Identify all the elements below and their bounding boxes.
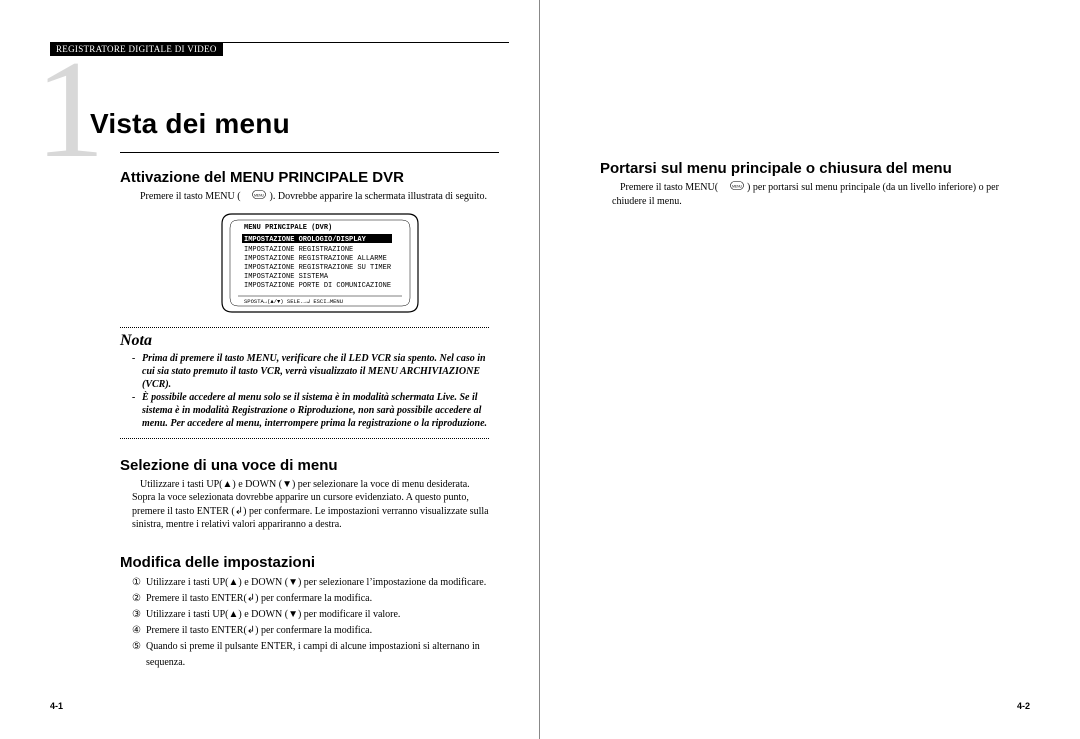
chapter-underline xyxy=(120,152,499,153)
section1-body: Premere il tasto MENU ( MENU ). Dovrebbe… xyxy=(132,190,489,204)
menu-screen-footer: SPOSTA→(▲/▼) SELE.→↲ ESCI→MENU xyxy=(244,298,343,305)
section1-body-post: ). Dovrebbe apparire la schermata illust… xyxy=(270,191,487,202)
dotted-separator-top xyxy=(120,327,489,328)
right-body-pre: Premere il tasto MENU( xyxy=(620,182,718,193)
page-number-right: 4-2 xyxy=(1017,701,1030,711)
page-right: Portarsi sul menu principale o chiusura … xyxy=(540,0,1080,739)
step-3: ③ Utilizzare i tasti UP(▲) e DOWN (▼) pe… xyxy=(132,607,489,623)
nota-item-2: - È possibile accedere al menu solo se i… xyxy=(132,391,489,430)
section1-body-pre: Premere il tasto MENU ( xyxy=(140,191,241,202)
page-left: REGISTRATORE DIGITALE DI VIDEO 1 Vista d… xyxy=(0,0,540,739)
step-marker-2: ② xyxy=(132,591,146,607)
menu-screen-figure: MENU PRINCIPALE (DVR) IMPOSTAZIONE OROLO… xyxy=(220,212,489,319)
step-text-1: Utilizzare i tasti UP(▲) e DOWN (▼) per … xyxy=(146,575,489,591)
step-marker-3: ③ xyxy=(132,607,146,623)
svg-text:MENU: MENU xyxy=(254,193,264,197)
menu-item-4: IMPOSTAZIONE SISTEMA xyxy=(244,273,329,281)
menu-item-0: IMPOSTAZIONE OROLOGIO/DISPLAY xyxy=(244,236,367,244)
menu-item-2: IMPOSTAZIONE REGISTRAZIONE ALLARME xyxy=(244,255,387,263)
step-text-4: Premere il tasto ENTER(↲) per confermare… xyxy=(146,623,489,639)
nota-item-1: - Prima di premere il tasto MENU, verifi… xyxy=(132,352,489,391)
nota-heading: Nota xyxy=(120,332,489,350)
step-text-3: Utilizzare i tasti UP(▲) e DOWN (▼) per … xyxy=(146,607,489,623)
menu-item-1: IMPOSTAZIONE REGISTRAZIONE xyxy=(244,246,353,254)
right-body: Premere il tasto MENU( MENU ) per portar… xyxy=(612,181,1010,208)
menu-item-5: IMPOSTAZIONE PORTE DI COMUNICAZIONE xyxy=(244,282,391,290)
step-marker-5: ⑤ xyxy=(132,639,146,655)
step-marker-4: ④ xyxy=(132,623,146,639)
document-header-label: REGISTRATORE DIGITALE DI VIDEO xyxy=(50,42,223,56)
svg-text:MENU: MENU xyxy=(732,184,742,188)
nota-item-2-text: È possibile accedere al menu solo se il … xyxy=(142,391,489,430)
section-heading-modifica: Modifica delle impostazioni xyxy=(120,554,489,571)
section-heading-selezione: Selezione di una voce di menu xyxy=(120,457,489,474)
dotted-separator-bottom xyxy=(120,438,489,439)
step-marker-1: ① xyxy=(132,575,146,591)
step-text-2: Premere il tasto ENTER(↲) per confermare… xyxy=(146,591,489,607)
nota-list: - Prima di premere il tasto MENU, verifi… xyxy=(132,352,489,430)
step-1: ① Utilizzare i tasti UP(▲) e DOWN (▼) pe… xyxy=(132,575,489,591)
section-heading-attivazione: Attivazione del MENU PRINCIPALE DVR xyxy=(120,169,489,186)
menu-item-3: IMPOSTAZIONE REGISTRAZIONE SU TIMER xyxy=(244,264,392,272)
step-text-5: Quando si preme il pulsante ENTER, i cam… xyxy=(146,639,489,671)
section2-body: Utilizzare i tasti UP(▲) e DOWN (▼) per … xyxy=(132,478,489,532)
modifica-steps-list: ① Utilizzare i tasti UP(▲) e DOWN (▼) pe… xyxy=(132,575,489,671)
menu-button-icon: MENU xyxy=(722,181,744,195)
menu-screen-title: MENU PRINCIPALE (DVR) xyxy=(244,224,332,232)
menu-button-icon: MENU xyxy=(244,190,266,204)
section-heading-portarsi: Portarsi sul menu principale o chiusura … xyxy=(600,160,1030,177)
nota-item-1-text: Prima di premere il tasto MENU, verifica… xyxy=(142,352,489,391)
step-5: ⑤ Quando si preme il pulsante ENTER, i c… xyxy=(132,639,489,671)
chapter-title: Vista dei menu xyxy=(90,108,489,140)
step-2: ② Premere il tasto ENTER(↲) per conferma… xyxy=(132,591,489,607)
page-number-left: 4-1 xyxy=(50,701,63,711)
step-4: ④ Premere il tasto ENTER(↲) per conferma… xyxy=(132,623,489,639)
